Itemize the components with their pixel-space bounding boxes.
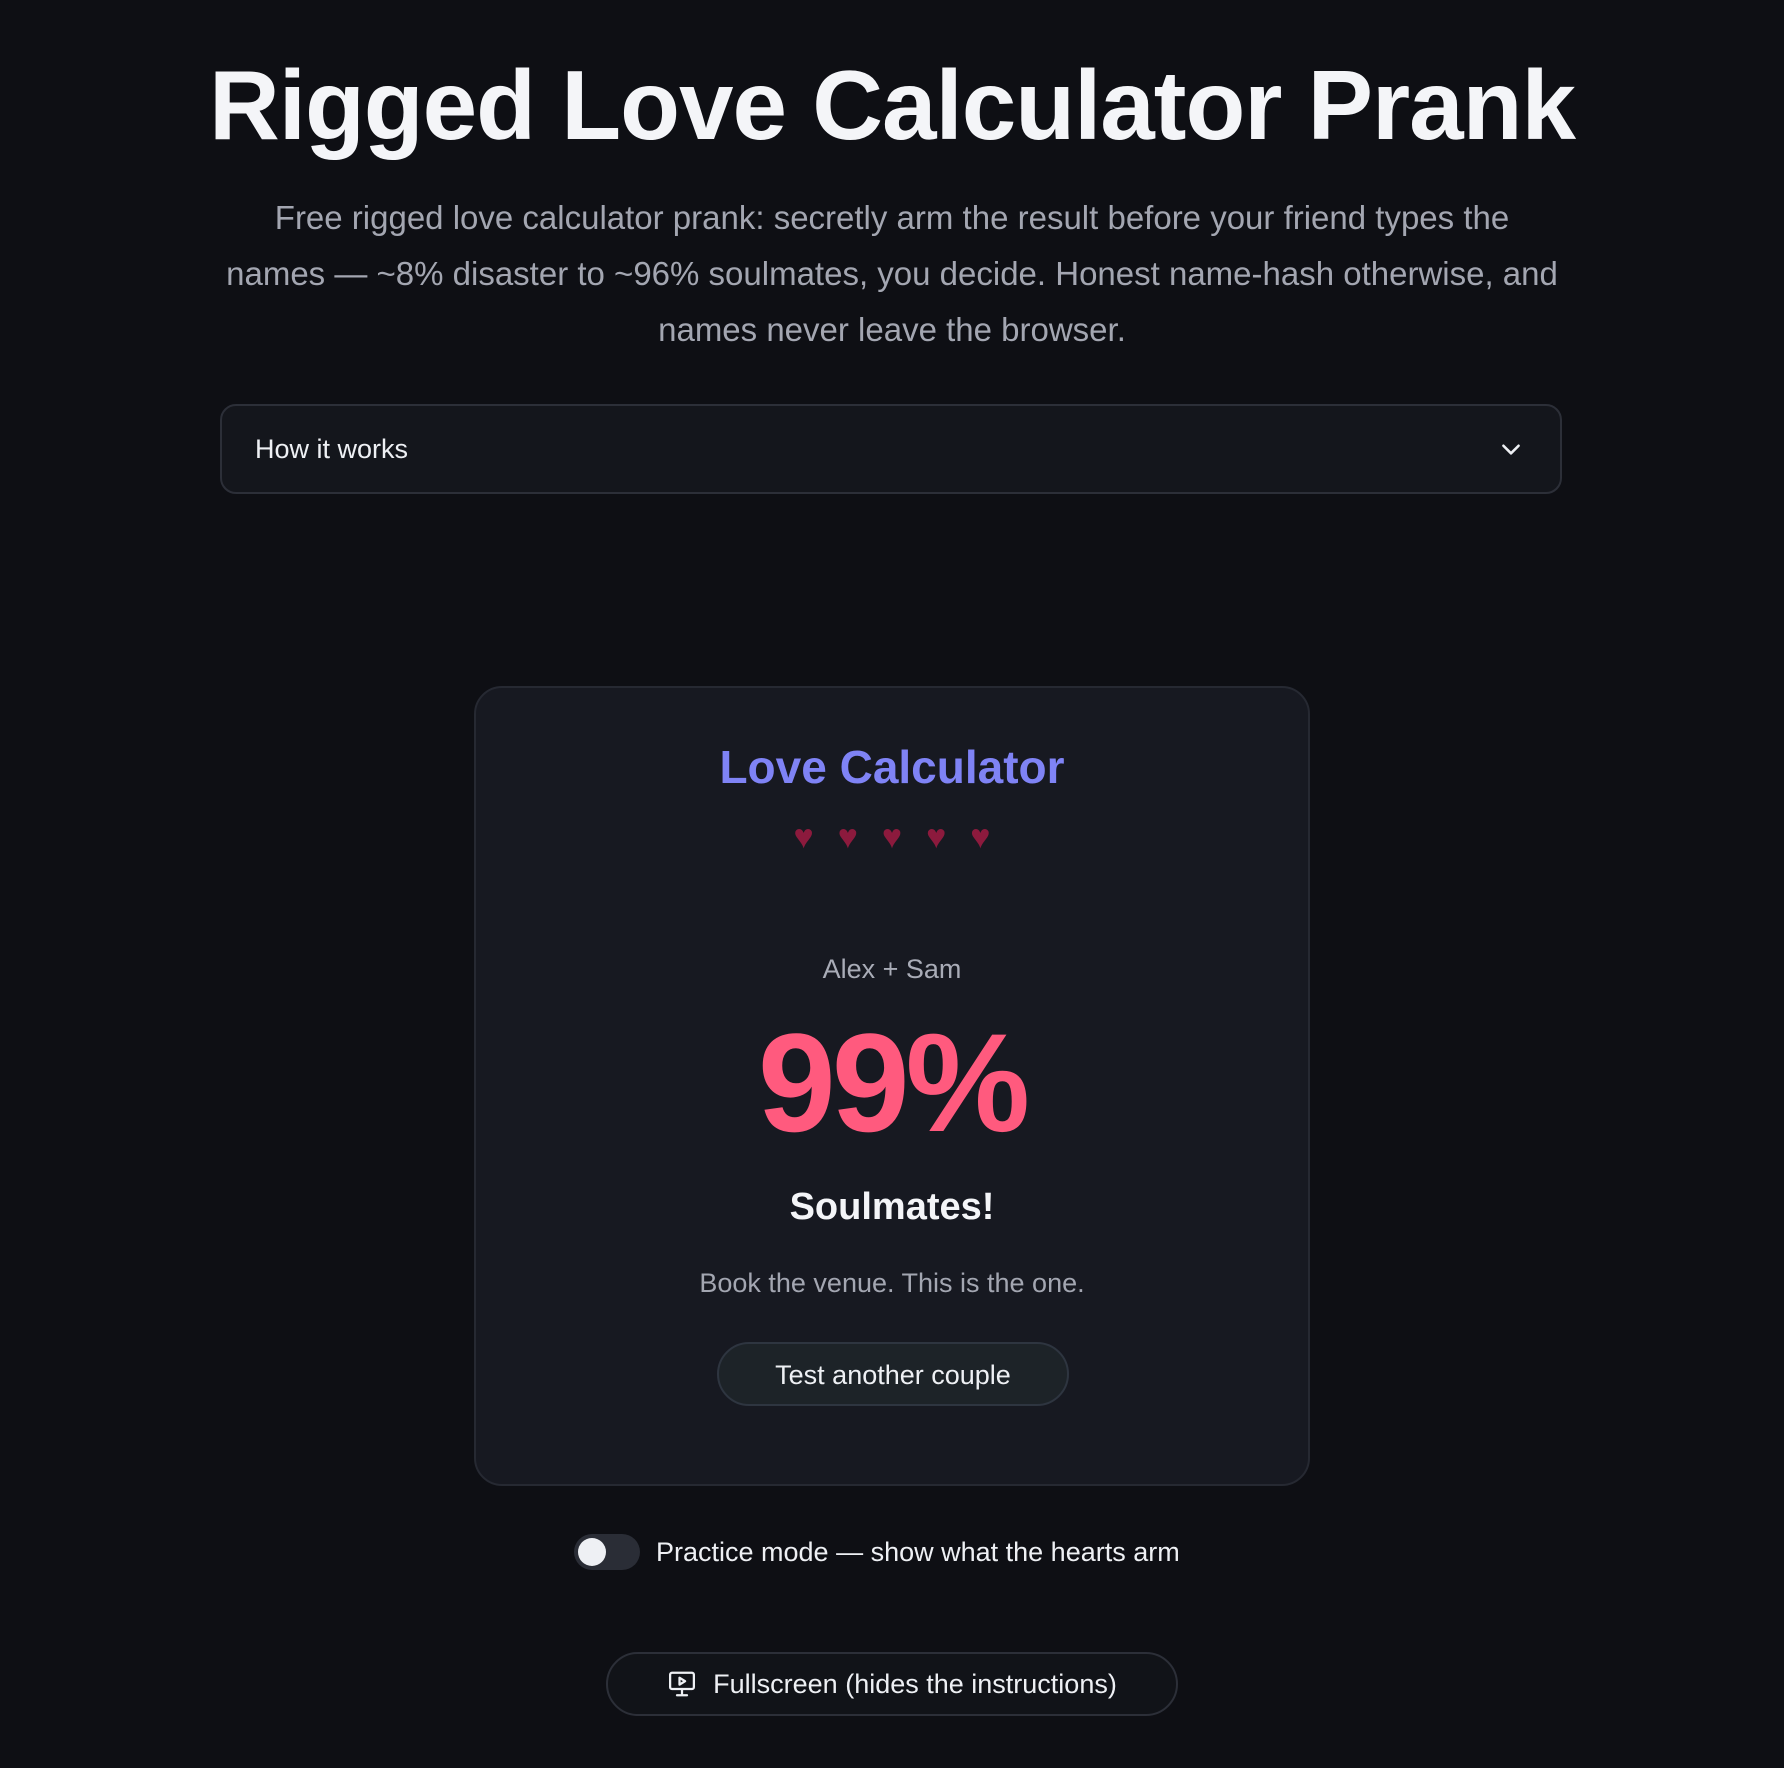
heart-row: ♥ ♥ ♥ ♥ ♥ (476, 818, 1308, 857)
fullscreen-label: Fullscreen (hides the instructions) (713, 1668, 1117, 1699)
how-it-works-label: How it works (255, 434, 409, 464)
heart-icon-2[interactable]: ♥ (838, 818, 858, 857)
result-verdict: Soulmates! (789, 1186, 995, 1228)
toggle-knob (578, 1538, 606, 1566)
calculator-title: Love Calculator (719, 741, 1065, 793)
heart-icon-3[interactable]: ♥ (882, 818, 902, 857)
chevron-down-icon (1502, 444, 1520, 455)
page-subtitle: Free rigged love calculator prank: secre… (226, 199, 1558, 348)
page-title: Rigged Love Calculator Prank (208, 50, 1576, 160)
page: Rigged Love Calculator Prank Free rigged… (0, 0, 1784, 1768)
practice-mode-label: Practice mode — show what the hearts arm (656, 1536, 1180, 1567)
fullscreen-button[interactable]: Fullscreen (hides the instructions) (606, 1652, 1178, 1716)
heart-icon-5[interactable]: ♥ (970, 818, 990, 857)
heart-icon-1[interactable]: ♥ (794, 818, 814, 857)
practice-mode-row: Practice mode — show what the hearts arm (574, 1532, 1180, 1572)
love-percentage: 99% (757, 1004, 1030, 1161)
practice-mode-toggle[interactable] (574, 1534, 640, 1570)
couple-names: Alex + Sam (822, 954, 962, 984)
heart-icon-4[interactable]: ♥ (926, 818, 946, 857)
presentation-screen-icon (669, 1671, 696, 1697)
test-another-couple-button[interactable]: Test another couple (717, 1342, 1069, 1406)
result-caption: Book the venue. This is the one. (699, 1268, 1085, 1298)
love-calculator-card: Love Calculator ♥ ♥ ♥ ♥ ♥ Alex + Sam 99% Sou… (474, 686, 1310, 1486)
how-it-works-disclosure[interactable]: How it works (220, 404, 1562, 494)
